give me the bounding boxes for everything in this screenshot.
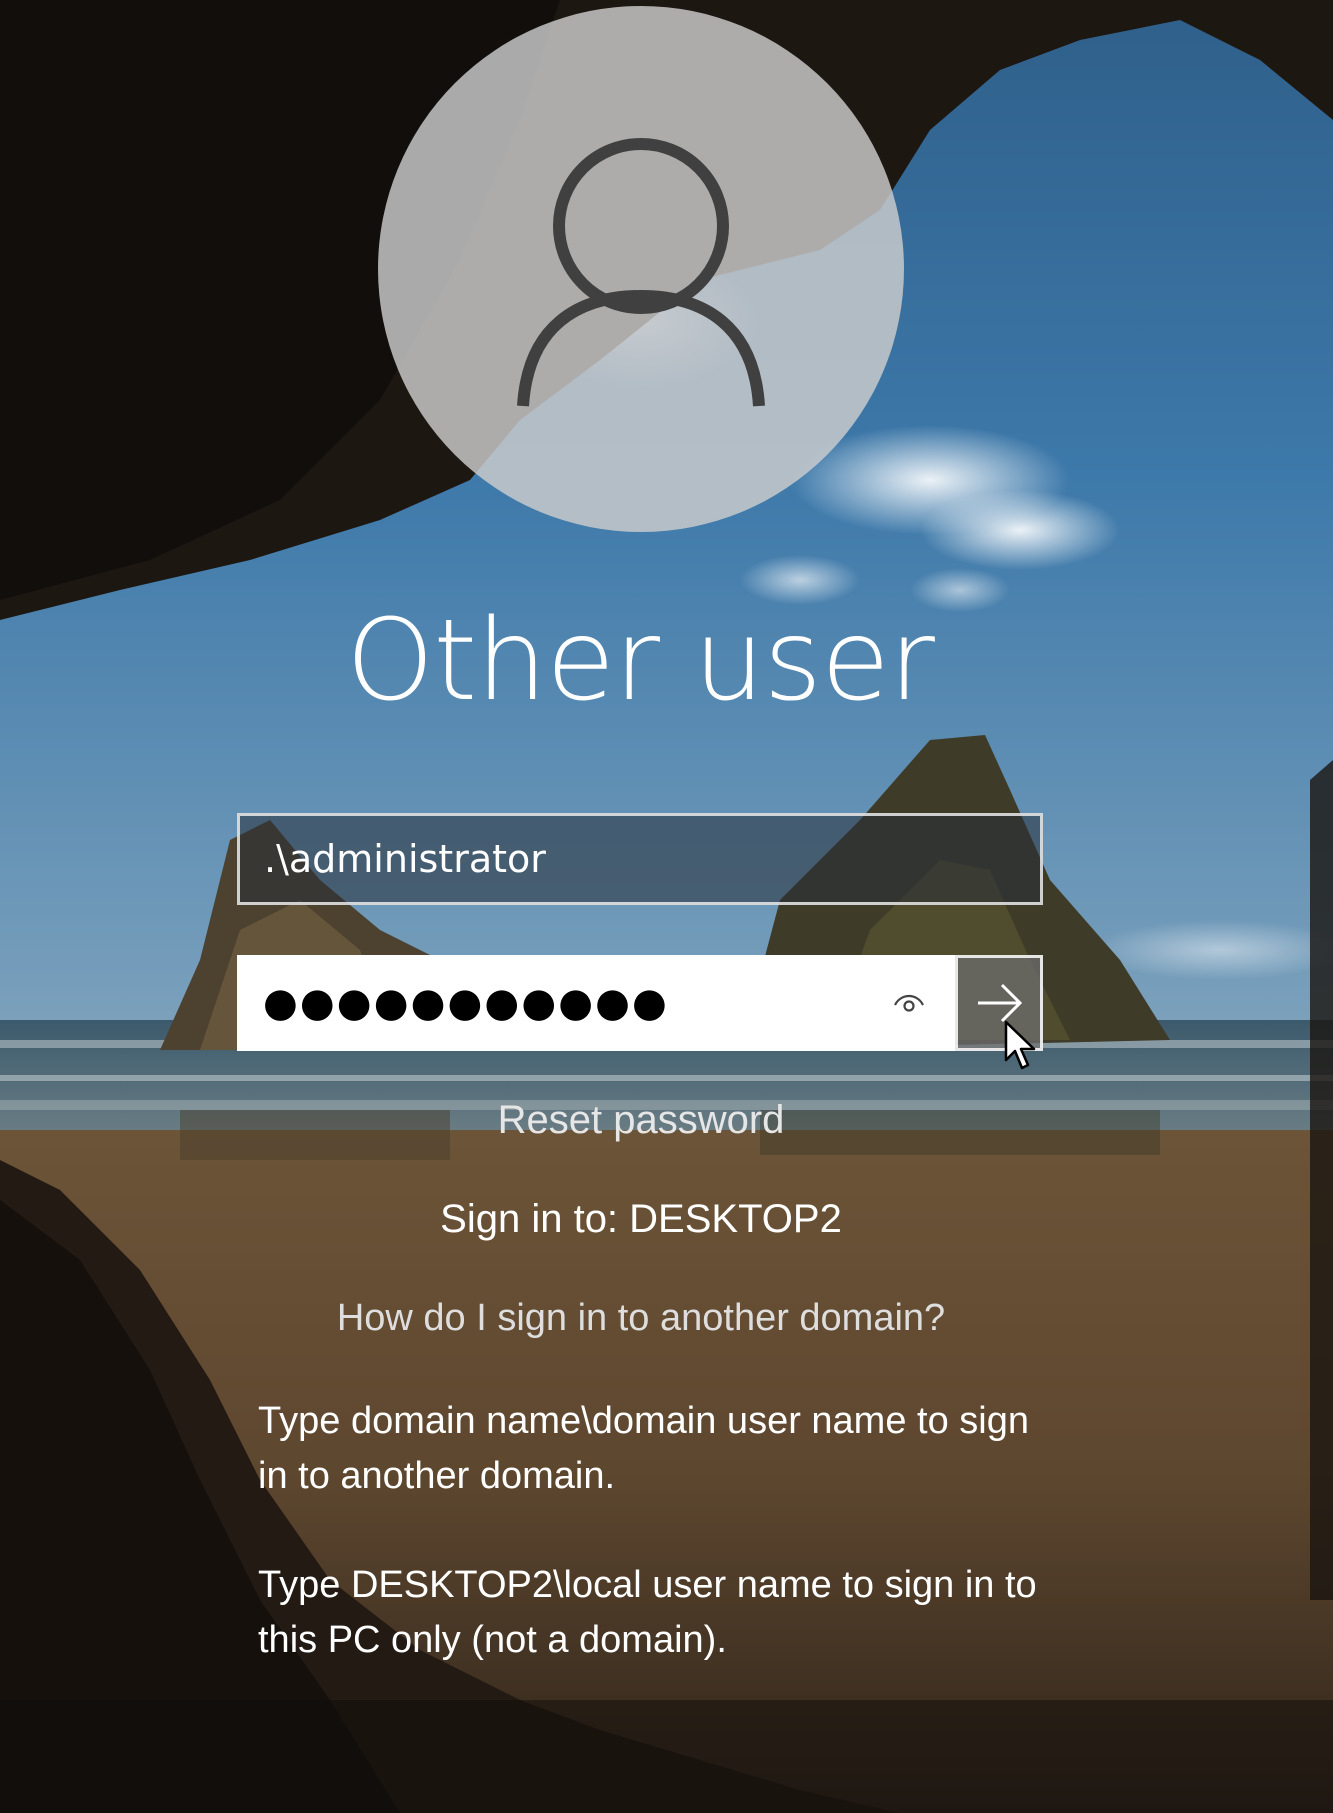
password-row: ●●●●●●●●●●● [237,955,1043,1051]
eye-icon[interactable] [889,983,929,1023]
help-text-domain: Type domain name\domain user name to sig… [258,1400,1029,1497]
user-silhouette-icon [517,138,765,407]
username-field[interactable] [237,813,1043,905]
user-avatar [378,6,904,532]
help-text-local: Type DESKTOP2\local user name to sign in… [258,1564,1037,1661]
username-title: Other user [346,596,935,726]
mouse-pointer-icon [1004,1020,1036,1070]
sign-in-target: Sign in to: DESKTOP2 [440,1197,842,1241]
reset-password-link[interactable]: Reset password [0,1098,1282,1143]
other-domain-help-link[interactable]: How do I sign in to another domain? [0,1297,1282,1340]
password-field[interactable]: ●●●●●●●●●●● [237,955,955,1051]
